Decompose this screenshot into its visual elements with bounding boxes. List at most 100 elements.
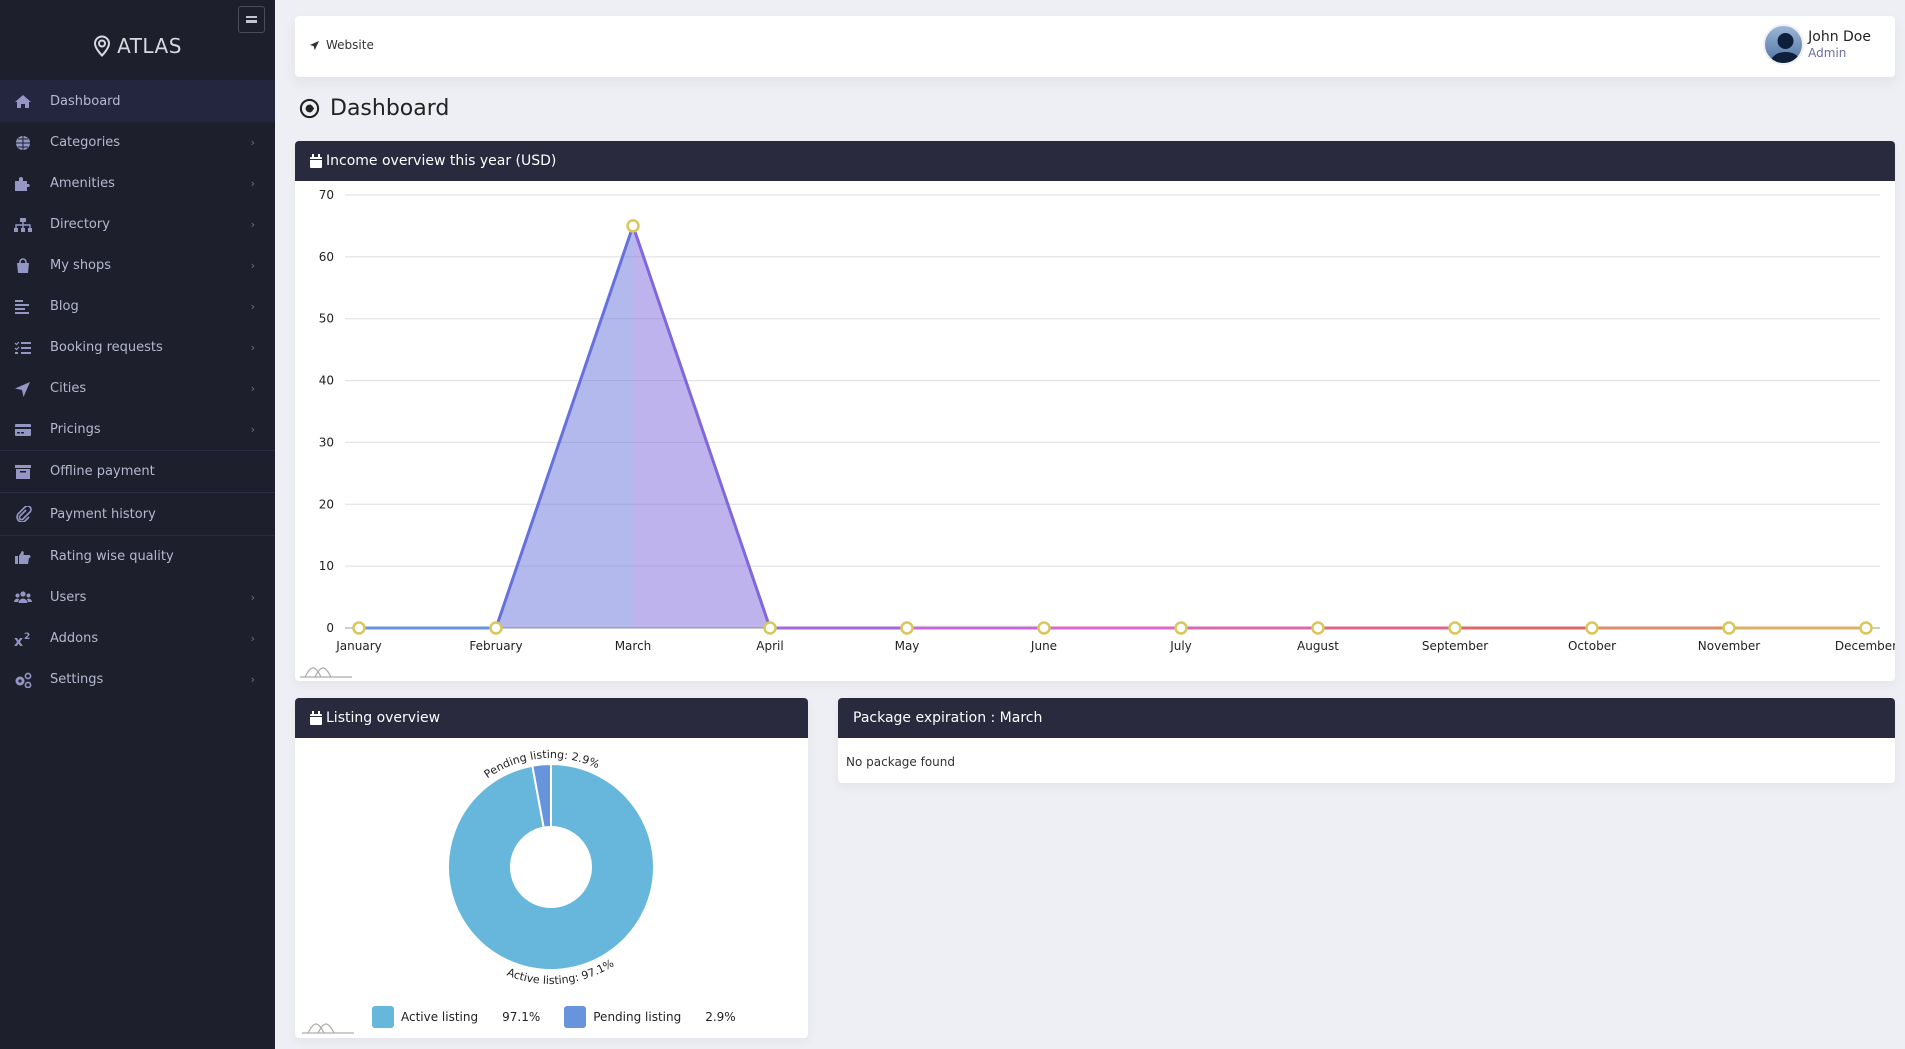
data-point[interactable] <box>1174 621 1188 635</box>
income-card-title: Income overview this year (USD) <box>326 153 557 169</box>
data-point[interactable] <box>1859 621 1873 635</box>
income-overview-card: Income overview this year (USD) 0 10 20 30 4… <box>295 141 1895 681</box>
listing-overview-card: Listing overview Active listing: 97.1% Pe… <box>295 698 808 1038</box>
data-point[interactable] <box>626 219 640 233</box>
sidebar-item-rating-wise-quality[interactable]: Rating wise quality <box>0 536 275 577</box>
sidebar-item-label: Settings <box>50 672 104 687</box>
user-silhouette-icon <box>1769 33 1802 63</box>
brand-logo[interactable]: ATLAS <box>0 34 275 58</box>
x-tick-label: May <box>895 639 920 653</box>
sidebar-item-settings[interactable]: Settings › <box>0 659 275 700</box>
data-point[interactable] <box>489 621 503 635</box>
sidebar-item-dashboard[interactable]: Dashboard <box>0 80 275 122</box>
user-menu[interactable]: John Doe Admin <box>1763 24 1871 65</box>
x-tick-label: January <box>335 639 382 653</box>
sidebar-item-users[interactable]: Users › <box>0 577 275 618</box>
sidebar-item-cities[interactable]: Cities › <box>0 368 275 409</box>
sidebar-item-offline-payment[interactable]: Offline payment <box>0 450 275 493</box>
brand-name: ATLAS <box>117 34 182 58</box>
y-tick-label: 50 <box>319 312 334 326</box>
legend-swatch[interactable] <box>372 1006 394 1028</box>
x-tick-label: February <box>469 639 522 653</box>
data-point[interactable] <box>1037 621 1051 635</box>
listing-card-header: Listing overview <box>295 698 808 738</box>
legend-label[interactable]: Pending listing <box>593 1010 681 1024</box>
page-title: Dashboard <box>299 96 449 121</box>
sidebar-item-payment-history[interactable]: Payment history <box>0 493 275 536</box>
data-point[interactable] <box>1585 621 1599 635</box>
chevron-right-icon: › <box>250 218 255 231</box>
y-tick-label: 0 <box>326 621 334 635</box>
income-chart[interactable]: 0 10 20 30 40 50 60 70 January February March April… <box>295 181 1895 681</box>
sidebar-item-pricings[interactable]: Pricings › <box>0 409 275 450</box>
no-package-text: No package found <box>846 755 956 769</box>
website-link[interactable]: Website <box>309 38 374 52</box>
chevron-right-icon: › <box>250 259 255 272</box>
credit-card-icon <box>14 422 32 438</box>
legend-label[interactable]: Active listing <box>401 1010 478 1024</box>
income-card-header: Income overview this year (USD) <box>295 141 1895 181</box>
chevron-right-icon: › <box>250 341 255 354</box>
top-header: Website John Doe Admin <box>295 16 1895 77</box>
y-tick-label: 40 <box>319 374 334 388</box>
sidebar-item-directory[interactable]: Directory › <box>0 204 275 245</box>
sidebar-item-label: Directory <box>50 217 110 232</box>
y-tick-label: 10 <box>319 559 334 573</box>
calendar-icon <box>310 711 322 725</box>
y-tick-label: 60 <box>319 250 334 264</box>
legend-swatch[interactable] <box>564 1006 587 1028</box>
hamburger-icon <box>246 16 257 23</box>
x-tick-label: November <box>1698 639 1760 653</box>
chevron-right-icon: › <box>250 632 255 645</box>
avatar <box>1763 24 1805 65</box>
sidebar-item-amenities[interactable]: Amenities › <box>0 163 275 204</box>
page-title-text: Dashboard <box>330 96 450 121</box>
sidebar-item-label: My shops <box>50 258 112 273</box>
chevron-right-icon: › <box>250 382 255 395</box>
sidebar-item-label: Users <box>50 590 87 605</box>
data-point[interactable] <box>763 621 777 635</box>
sidebar-item-label: Blog <box>50 299 79 314</box>
chevron-right-icon: › <box>250 177 255 190</box>
x-tick-label: October <box>1568 639 1616 653</box>
sidebar-item-categories[interactable]: Categories › <box>0 122 275 163</box>
data-point[interactable] <box>1448 621 1462 635</box>
sidebar-item-addons[interactable]: x 2 Addons › <box>0 618 275 659</box>
sidebar-item-label: Pricings <box>50 422 101 437</box>
package-expiration-card: Package expiration : March No package fo… <box>838 698 1895 783</box>
x-tick-label: August <box>1297 639 1339 653</box>
x-tick-label: March <box>615 639 652 653</box>
sidebar-toggle-button[interactable] <box>238 6 265 33</box>
paperclip-icon <box>14 506 32 522</box>
sitemap-icon <box>14 217 32 233</box>
sidebar-item-label: Dashboard <box>50 93 121 109</box>
tasks-icon <box>14 340 32 356</box>
sidebar-item-blog[interactable]: Blog › <box>0 286 275 327</box>
legend-value: 2.9% <box>705 1010 736 1024</box>
shopping-bag-icon <box>14 257 32 274</box>
calendar-icon <box>310 154 322 168</box>
x-tick-label: April <box>756 639 783 653</box>
chevron-right-icon: › <box>250 423 255 436</box>
y-tick-label: 30 <box>319 435 334 449</box>
users-icon <box>14 590 32 606</box>
listing-legend: Active listing 97.1% Pending listing 2.9% <box>372 1006 760 1028</box>
sidebar-item-label: Offline payment <box>50 464 155 479</box>
y-tick-label: 20 <box>319 497 334 511</box>
data-point[interactable] <box>352 621 366 635</box>
chevron-right-icon: › <box>250 673 255 686</box>
data-point[interactable] <box>1311 621 1325 635</box>
sidebar-item-my-shops[interactable]: My shops › <box>0 245 275 286</box>
listing-donut-chart[interactable]: Active listing: 97.1%Pending listing: 2.… <box>295 738 808 998</box>
x-tick-label: December <box>1835 639 1895 653</box>
sidebar-item-label: Addons <box>50 631 99 646</box>
thumbs-up-icon <box>14 549 32 565</box>
sidebar-item-booking-requests[interactable]: Booking requests › <box>0 327 275 368</box>
sidebar-menu: Dashboard Categories › Amenities › Directory ›… <box>0 80 275 700</box>
home-icon <box>14 93 32 109</box>
superscript-icon: x2 <box>14 631 32 647</box>
svg-text:2: 2 <box>24 632 30 642</box>
x-tick-label: September <box>1422 639 1488 653</box>
data-point[interactable] <box>900 621 914 635</box>
data-point[interactable] <box>1722 621 1736 635</box>
